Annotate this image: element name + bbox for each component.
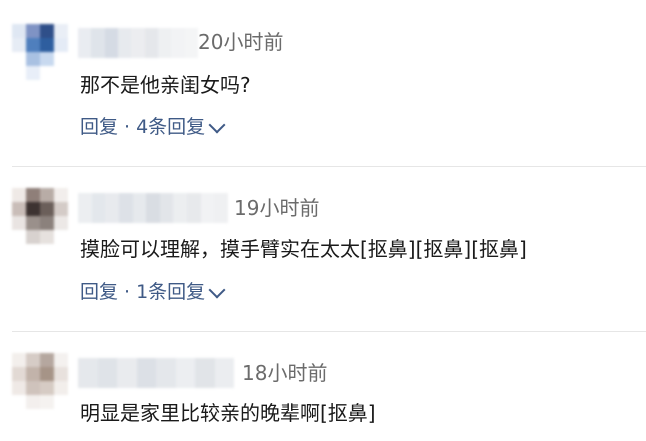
divider xyxy=(12,331,646,332)
reply-button[interactable]: 回复 xyxy=(80,280,118,304)
view-replies-link[interactable]: 1条回复 xyxy=(136,280,205,304)
divider xyxy=(12,166,646,167)
comment-time: 18小时前 xyxy=(242,361,328,385)
comment-time: 20小时前 xyxy=(198,30,284,54)
view-replies-link[interactable]: 4条回复 xyxy=(136,115,205,139)
separator: · xyxy=(124,116,131,138)
comment-text: 摸脸可以理解，摸手臂实在太太[抠鼻][抠鼻][抠鼻] xyxy=(80,237,527,261)
avatar[interactable] xyxy=(12,24,68,80)
chevron-down-icon[interactable] xyxy=(208,116,226,134)
comment-text: 明显是家里比较亲的晚辈啊[抠鼻] xyxy=(80,401,376,425)
reply-bar: 回复 · 4条回复 xyxy=(80,115,226,139)
username[interactable] xyxy=(78,28,198,58)
separator: · xyxy=(124,281,131,303)
comment-text: 那不是他亲闺女吗? xyxy=(80,73,251,97)
comment-time: 19小时前 xyxy=(234,196,320,220)
username[interactable] xyxy=(78,358,234,388)
reply-bar: 回复 · 1条回复 xyxy=(80,280,226,304)
comment-list: 20小时前 那不是他亲闺女吗? 回复 · 4条回复 19小时前 摸脸可以理解，摸… xyxy=(0,0,646,441)
reply-button[interactable]: 回复 xyxy=(80,115,118,139)
username[interactable] xyxy=(78,193,229,223)
avatar[interactable] xyxy=(12,353,68,409)
avatar[interactable] xyxy=(12,188,68,244)
chevron-down-icon[interactable] xyxy=(208,281,226,299)
